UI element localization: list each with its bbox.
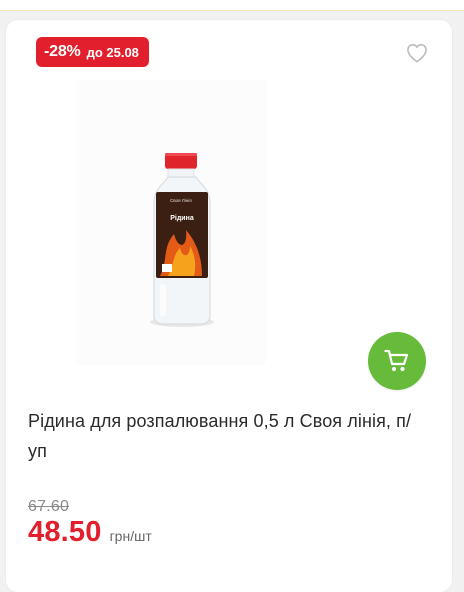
discount-badge: -28% до 25.08 (36, 37, 149, 67)
discount-until: до 25.08 (86, 44, 139, 60)
heart-outline-icon (407, 44, 427, 63)
current-price: 48.50 (28, 516, 102, 548)
product-card[interactable]: -28% до 25.08 Рідина Своя Лінія Рідина д… (6, 20, 452, 592)
favorite-button[interactable] (404, 41, 430, 65)
cart-icon (384, 349, 409, 372)
old-price: 67.60 (28, 498, 70, 515)
product-image[interactable]: Рідина Своя Лінія (76, 80, 276, 380)
product-title[interactable]: Рідина для розпалювання 0,5 л Своя лінія… (28, 406, 424, 466)
discount-percent: -28% (44, 43, 81, 60)
price-unit: грн/шт (109, 528, 152, 544)
bottle-label-text: Рідина (170, 214, 194, 222)
add-to-cart-button[interactable] (368, 332, 426, 390)
bottle-brand-text: Своя Лінія (170, 198, 192, 203)
price-row: 48.50 грн/шт (28, 516, 152, 549)
top-strip (0, 0, 464, 11)
